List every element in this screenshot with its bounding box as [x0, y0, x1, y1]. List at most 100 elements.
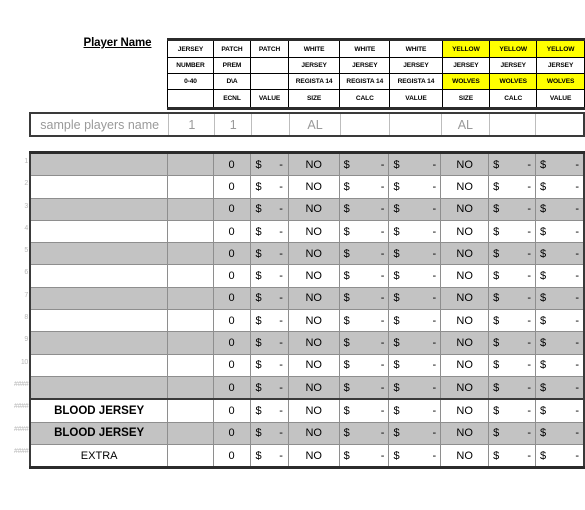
cell-player-name[interactable] [29, 375, 169, 400]
table-row[interactable]: 0 $ - NO $ - $ - NO $ - $ - [29, 331, 585, 355]
cell-white-size[interactable]: NO [287, 398, 340, 423]
cell-patch-value[interactable]: $ - [249, 443, 289, 469]
cell-yellow-size[interactable]: NO [440, 197, 490, 221]
cell-white-calc[interactable]: $ - [338, 151, 390, 177]
cell-white-size[interactable]: NO [287, 219, 340, 244]
cell-player-name[interactable] [29, 286, 169, 311]
cell-white-size[interactable]: NO [287, 175, 340, 199]
cell-white-value[interactable]: $ - [388, 353, 442, 377]
cell-yellow-size[interactable]: NO [440, 219, 490, 244]
cell-white-size[interactable]: NO [287, 375, 340, 400]
cell-jersey-number[interactable] [167, 421, 214, 445]
cell-white-calc[interactable]: $ - [338, 242, 390, 266]
table-row[interactable]: 0 $ - NO $ - $ - NO $ - $ - [29, 309, 585, 333]
cell-yellow-calc[interactable]: $ - [488, 264, 537, 288]
cell-white-value[interactable]: $ - [388, 421, 442, 445]
cell-patch-value[interactable]: $ - [249, 375, 289, 400]
cell-white-calc[interactable]: $ - [338, 286, 390, 311]
cell-white-value[interactable]: $ - [388, 286, 442, 311]
cell-white-size[interactable]: NO [287, 264, 340, 288]
cell-yellow-calc[interactable]: $ - [488, 375, 537, 400]
cell-white-calc[interactable]: $ - [338, 309, 390, 333]
cell-jersey-number[interactable] [167, 175, 214, 199]
cell-player-name[interactable]: EXTRA [29, 443, 169, 469]
cell-player-name[interactable] [29, 353, 169, 377]
cell-white-calc[interactable]: $ - [338, 443, 390, 469]
cell-patch-value[interactable]: $ - [249, 242, 289, 266]
cell-patch-prem-ecnl[interactable]: 0 [212, 197, 251, 221]
cell-white-size[interactable]: NO [287, 421, 340, 445]
cell-patch-prem-ecnl[interactable]: 0 [212, 398, 251, 423]
sample-cell-5[interactable] [339, 112, 391, 137]
cell-white-calc[interactable]: $ - [338, 219, 390, 244]
cell-yellow-calc[interactable]: $ - [488, 242, 537, 266]
cell-white-size[interactable]: NO [287, 242, 340, 266]
cell-white-size[interactable]: NO [287, 197, 340, 221]
sample-cell-9[interactable] [535, 112, 585, 137]
cell-white-value[interactable]: $ - [388, 309, 442, 333]
cell-player-name[interactable] [29, 264, 169, 288]
cell-white-size[interactable]: NO [287, 353, 340, 377]
cell-patch-value[interactable]: $ - [249, 398, 289, 423]
cell-yellow-value[interactable]: $ - [535, 197, 585, 221]
table-row[interactable]: BLOOD JERSEY 0 $ - NO $ - $ - NO $ - $ - [29, 398, 585, 423]
cell-white-calc[interactable]: $ - [338, 353, 390, 377]
cell-yellow-calc[interactable]: $ - [488, 353, 537, 377]
cell-patch-value[interactable]: $ - [249, 353, 289, 377]
cell-white-value[interactable]: $ - [388, 443, 442, 469]
sample-cell-8[interactable] [488, 112, 537, 137]
cell-yellow-size[interactable]: NO [440, 331, 490, 355]
cell-patch-prem-ecnl[interactable]: 0 [212, 264, 251, 288]
cell-yellow-size[interactable]: NO [440, 175, 490, 199]
cell-jersey-number[interactable] [167, 398, 214, 423]
cell-patch-prem-ecnl[interactable]: 0 [212, 309, 251, 333]
cell-yellow-value[interactable]: $ - [535, 151, 585, 177]
cell-yellow-value[interactable]: $ - [535, 175, 585, 199]
cell-patch-value[interactable]: $ - [249, 151, 289, 177]
cell-jersey-number[interactable] [167, 242, 214, 266]
cell-white-calc[interactable]: $ - [338, 197, 390, 221]
cell-player-name[interactable] [29, 151, 169, 177]
cell-yellow-size[interactable]: NO [440, 286, 490, 311]
cell-yellow-value[interactable]: $ - [535, 421, 585, 445]
cell-jersey-number[interactable] [167, 375, 214, 400]
sample-cell-6[interactable] [389, 112, 442, 137]
cell-white-size[interactable]: NO [287, 286, 340, 311]
cell-white-size[interactable]: NO [287, 151, 340, 177]
cell-jersey-number[interactable] [167, 353, 214, 377]
cell-white-calc[interactable]: $ - [338, 264, 390, 288]
cell-patch-value[interactable]: $ - [249, 219, 289, 244]
cell-yellow-value[interactable]: $ - [535, 264, 585, 288]
cell-yellow-size[interactable]: NO [440, 151, 490, 177]
cell-yellow-value[interactable]: $ - [535, 398, 585, 423]
cell-jersey-number[interactable] [167, 151, 214, 177]
cell-patch-value[interactable]: $ - [249, 175, 289, 199]
cell-patch-value[interactable]: $ - [249, 197, 289, 221]
cell-yellow-calc[interactable]: $ - [488, 151, 537, 177]
cell-player-name[interactable] [29, 197, 169, 221]
cell-jersey-number[interactable] [167, 197, 214, 221]
cell-yellow-calc[interactable]: $ - [488, 219, 537, 244]
sample-cell-2[interactable]: 1 [214, 112, 253, 137]
cell-patch-value[interactable]: $ - [249, 264, 289, 288]
cell-white-value[interactable]: $ - [388, 197, 442, 221]
cell-white-calc[interactable]: $ - [338, 421, 390, 445]
cell-white-value[interactable]: $ - [388, 242, 442, 266]
cell-white-value[interactable]: $ - [388, 398, 442, 423]
cell-yellow-size[interactable]: NO [440, 375, 490, 400]
cell-white-value[interactable]: $ - [388, 219, 442, 244]
sample-cell-3[interactable] [251, 112, 291, 137]
cell-patch-prem-ecnl[interactable]: 0 [212, 443, 251, 469]
cell-white-calc[interactable]: $ - [338, 331, 390, 355]
cell-yellow-size[interactable]: NO [440, 309, 490, 333]
sample-cell-1[interactable]: 1 [168, 112, 216, 137]
cell-white-size[interactable]: NO [287, 309, 340, 333]
cell-jersey-number[interactable] [167, 331, 214, 355]
table-row[interactable]: 0 $ - NO $ - $ - NO $ - $ - [29, 375, 585, 400]
cell-yellow-calc[interactable]: $ - [488, 197, 537, 221]
cell-yellow-size[interactable]: NO [440, 398, 490, 423]
cell-player-name[interactable] [29, 309, 169, 333]
cell-player-name[interactable] [29, 331, 169, 355]
cell-patch-prem-ecnl[interactable]: 0 [212, 421, 251, 445]
cell-yellow-value[interactable]: $ - [535, 286, 585, 311]
